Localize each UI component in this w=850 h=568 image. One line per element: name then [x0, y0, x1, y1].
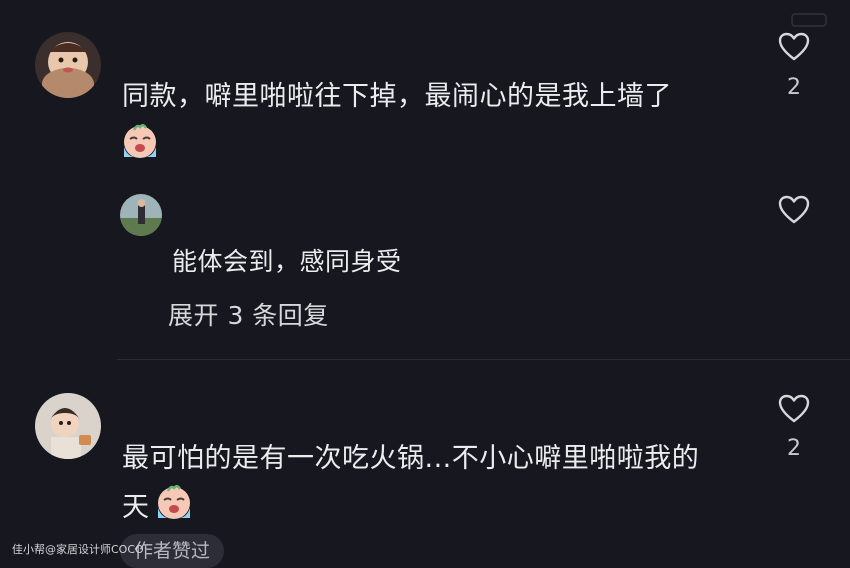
like-button[interactable] [774, 394, 814, 428]
reply-like-button[interactable] [774, 195, 814, 229]
avatar[interactable] [35, 32, 101, 98]
like-count: 2 [787, 75, 801, 100]
like-count: 2 [787, 436, 801, 461]
like-button[interactable] [774, 32, 814, 66]
divider [117, 359, 850, 360]
corner-watermark-icon [790, 10, 830, 34]
heart-icon [778, 195, 810, 224]
avatar[interactable] [35, 393, 101, 459]
crying-face-icon [120, 121, 160, 161]
watermark: 佳小帮@家居设计师COCO [12, 543, 144, 556]
heart-icon [778, 394, 810, 423]
reply-text: 能体会到，感同身受 [172, 247, 402, 276]
comment-text: 最可怕的是有一次吃火锅...不小心噼里啪啦我的 天 [122, 439, 762, 534]
expand-replies-button[interactable]: 展开 3 条回复 [168, 296, 329, 332]
heart-icon [778, 32, 810, 61]
crying-face-icon [154, 482, 194, 534]
reply-avatar[interactable] [120, 194, 162, 236]
comment-text: 同款，噼里啪啦往下掉，最闹心的是我上墙了 [122, 81, 672, 112]
